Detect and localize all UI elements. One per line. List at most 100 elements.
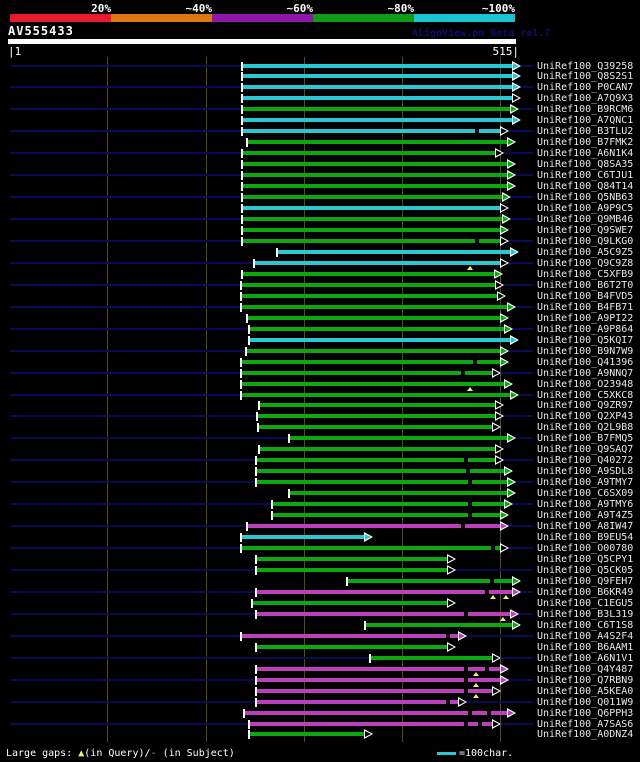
arrow-head-fill (505, 501, 511, 508)
alignment-start-tick (243, 708, 245, 718)
alignment-row: UniRef100_A7SAS6 (0, 718, 640, 730)
alignment-start-tick (255, 642, 257, 652)
alignment-row: UniRef100_O23948 (0, 378, 640, 391)
subject-gap-dash (468, 710, 472, 715)
subject-gap-dash (468, 480, 472, 485)
alignment-start-tick (258, 445, 260, 455)
row-label: UniRef100_B9N7W9 (537, 345, 634, 357)
gap-legend: Large gaps: ▲(in Query)/- (in Subject) (6, 747, 235, 760)
alignment-row: UniRef100_Q9ZR97 (0, 400, 640, 411)
alignment-row: UniRef100_B3L319 (0, 608, 640, 621)
alignment-start-tick (271, 511, 273, 521)
alignment-start-tick (369, 653, 371, 663)
alignment-bar (242, 304, 507, 309)
row-label: UniRef100_A9NNQ7 (537, 367, 634, 379)
arrow-head-fill (511, 610, 517, 617)
alignment-start-tick (255, 478, 257, 488)
arrow-head-fill (511, 391, 517, 398)
alignment-row: UniRef100_Q5CK05 (0, 564, 640, 576)
alignment-bar (278, 249, 510, 254)
alignment-bar (243, 271, 494, 276)
alignment-row: UniRef100_C5XKC8 (0, 389, 640, 401)
identity-scale-segment (212, 14, 313, 22)
query-gap-triangle (473, 682, 479, 687)
arrow-head-fill (501, 237, 507, 244)
alignment-bar (242, 392, 510, 397)
alignment-start-tick (288, 434, 290, 444)
alignment-start-tick (255, 555, 257, 564)
row-label: UniRef100_Q2L9B8 (537, 422, 634, 434)
alignment-row: UniRef100_Q7RBN9 (0, 674, 640, 687)
row-label: UniRef100_A9P9C5 (537, 203, 634, 215)
arrow-head-fill (505, 325, 511, 332)
alignment-row: UniRef100_B4FB71 (0, 301, 640, 313)
alignment-row: UniRef100_Q5NB63 (0, 192, 640, 203)
alignment-row: UniRef100_B6KR49 (0, 586, 640, 599)
row-label: UniRef100_C1EGU5 (537, 597, 634, 609)
row-label: UniRef100_Q6PPH3 (537, 707, 634, 719)
alignment-bar (242, 282, 495, 287)
query-gap-triangle (467, 386, 473, 391)
alignment-start-tick (255, 609, 257, 619)
alignment-row: UniRef100_Q8S2S1 (0, 71, 640, 82)
subject-gap-dash (464, 611, 468, 616)
alignment-row: UniRef100_A0DNZ4 (0, 729, 640, 740)
row-label: UniRef100_Q8S2S1 (537, 71, 634, 83)
subject-gap-dash (487, 710, 491, 715)
arrow-head-fill (493, 424, 499, 431)
row-label: UniRef100_Q2XP43 (537, 411, 634, 423)
row-label: UniRef100_B3TLU2 (537, 126, 634, 138)
row-label: UniRef100_Q84T14 (537, 181, 634, 193)
row-label: UniRef100_B6AAM1 (537, 641, 634, 653)
alignment-bar (257, 699, 458, 704)
row-label: UniRef100_Q9MB46 (537, 214, 634, 226)
alignment-row: UniRef100_Q011W9 (0, 696, 640, 708)
alignment-row: UniRef100_B4FVD5 (0, 290, 640, 302)
arrow-head-fill (496, 402, 502, 409)
alignment-row: UniRef100_B7FMQ5 (0, 433, 640, 444)
query-sequence-bar (8, 39, 516, 44)
arrow-head-fill (496, 446, 502, 453)
alignment-start-tick (241, 171, 243, 181)
alignment-bar (257, 644, 447, 649)
alignment-bar (243, 184, 507, 189)
alignment-row: UniRef100_P0CAN7 (0, 82, 640, 93)
alignment-start-tick (248, 335, 250, 345)
alignment-start-tick (248, 324, 250, 334)
row-label: UniRef100_Q40272 (537, 455, 634, 467)
alignment-row: UniRef100_Q6PPH3 (0, 707, 640, 719)
alignment-start-tick (276, 247, 278, 257)
arrow-head-fill (508, 490, 514, 497)
subject-gap-dash (464, 677, 468, 682)
row-label: UniRef100_B7FMQ5 (537, 433, 634, 445)
alignment-bar (366, 622, 512, 627)
alignment-row: UniRef100_C6SX09 (0, 488, 640, 499)
subject-gap-dash (491, 546, 495, 551)
alignment-row: UniRef100_C1EGU5 (0, 597, 640, 609)
alignment-start-tick (288, 489, 290, 499)
arrow-head-fill (508, 435, 514, 442)
alignment-bar (243, 217, 502, 222)
row-label: UniRef100_B3L319 (537, 608, 634, 620)
arrow-head-fill (448, 556, 454, 562)
alignment-row: UniRef100_A4S2F4 (0, 630, 640, 642)
alignment-bar (257, 589, 512, 594)
arrow-head-fill (365, 731, 371, 738)
subject-gap-dash (485, 666, 489, 671)
alignment-row: UniRef100_Q2L9B8 (0, 422, 640, 433)
alignment-start-tick (255, 675, 257, 685)
query-id-label: AV555433 (8, 24, 74, 38)
alignment-start-tick (240, 390, 242, 400)
subject-gap-dash (473, 359, 477, 364)
query-gap-triangle (500, 616, 506, 621)
scale-legend-line (437, 752, 456, 755)
arrow-head-fill (448, 599, 454, 606)
alignment-start-tick (255, 587, 257, 597)
alignment-bar (242, 381, 504, 386)
alignment-start-tick (258, 401, 260, 411)
alignment-row: UniRef100_Q84T14 (0, 181, 640, 192)
arrow-head-fill (493, 654, 499, 661)
alignment-start-tick (364, 620, 366, 630)
row-label: UniRef100_O23948 (537, 378, 634, 390)
row-label: UniRef100_B6T2T0 (537, 279, 634, 291)
